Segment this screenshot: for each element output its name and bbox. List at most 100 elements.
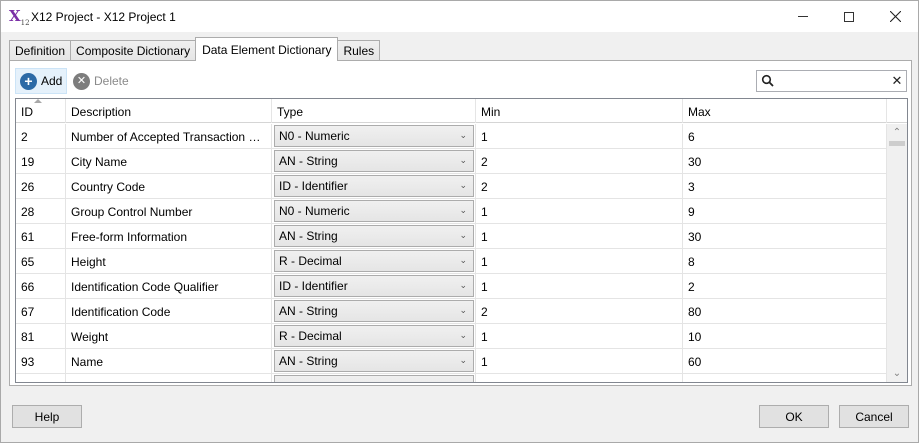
type-dropdown[interactable]: N0 - Numeric ⌄ xyxy=(274,125,474,147)
cell-description[interactable]: Free-form Information xyxy=(66,224,272,248)
type-dropdown[interactable]: AN - String ⌄ xyxy=(274,225,474,247)
add-button[interactable]: + Add xyxy=(15,68,68,94)
clear-search-icon[interactable]: ✕ xyxy=(890,73,904,89)
column-header-id[interactable]: ID xyxy=(16,99,66,123)
type-dropdown[interactable]: ID - Identifier ⌄ xyxy=(274,175,474,197)
cell-max[interactable]: 3 xyxy=(683,174,887,198)
cell-id[interactable]: 66 xyxy=(16,274,66,298)
cell-max[interactable]: 2 xyxy=(683,274,887,298)
cell-description[interactable]: Country Code xyxy=(66,174,272,198)
chevron-down-icon: ⌄ xyxy=(459,230,467,240)
search-input[interactable] xyxy=(777,73,887,89)
cell-max[interactable]: 10 xyxy=(683,324,887,348)
cell-id[interactable]: 28 xyxy=(16,199,66,223)
type-dropdown[interactable]: ID - Identifier ⌄ xyxy=(274,275,474,297)
cell-min[interactable]: 2 xyxy=(476,299,683,323)
table-row[interactable]: 93 Name AN - String ⌄ 1 60 xyxy=(16,349,887,374)
plus-circle-icon: + xyxy=(20,72,37,90)
cell-id[interactable]: 19 xyxy=(16,149,66,173)
type-dropdown[interactable]: AN - String ⌄ xyxy=(274,350,474,372)
table-row[interactable]: 19 City Name AN - String ⌄ 2 30 xyxy=(16,149,887,174)
column-header-min[interactable]: Min xyxy=(476,99,683,123)
cell-type: N0 - Numeric ⌄ xyxy=(272,124,476,148)
vertical-scrollbar[interactable]: ⌃ ⌄ xyxy=(887,124,907,382)
table-row[interactable]: 65 Height R - Decimal ⌄ 1 8 xyxy=(16,249,887,274)
ok-button[interactable]: OK xyxy=(759,405,829,428)
cell-description[interactable]: Identification Code xyxy=(66,299,272,323)
sort-ascending-icon xyxy=(34,99,42,103)
search-icon xyxy=(761,74,774,87)
dialog-window: X12 X12 Project - X12 Project 1 Definiti… xyxy=(0,0,919,443)
cell-id[interactable]: 26 xyxy=(16,174,66,198)
chevron-down-icon: ⌄ xyxy=(459,355,467,365)
cell-max[interactable]: 9 xyxy=(683,199,887,223)
cell-id[interactable]: 61 xyxy=(16,224,66,248)
chevron-down-icon: ⌄ xyxy=(459,180,467,190)
cell-max[interactable]: 8 xyxy=(683,249,887,273)
cell-description[interactable]: Name xyxy=(66,349,272,373)
cell-id[interactable]: 67 xyxy=(16,299,66,323)
column-header-type[interactable]: Type xyxy=(272,99,476,123)
chevron-down-icon: ⌄ xyxy=(459,255,467,265)
type-dropdown[interactable]: R - Decimal ⌄ xyxy=(274,325,474,347)
cell-min[interactable]: 1 xyxy=(476,324,683,348)
table-row[interactable]: 2 Number of Accepted Transaction S... N0… xyxy=(16,124,887,149)
cell-description[interactable]: Group Control Number xyxy=(66,199,272,223)
column-header-description[interactable]: Description xyxy=(66,99,272,123)
table-row[interactable]: 28 Group Control Number N0 - Numeric ⌄ 1 … xyxy=(16,199,887,224)
table-row[interactable]: 67 Identification Code AN - String ⌄ 2 80 xyxy=(16,299,887,324)
cell-description[interactable]: City Name xyxy=(66,149,272,173)
cell-min[interactable]: 1 xyxy=(476,199,683,223)
cell-type: ID - Identifier ⌄ xyxy=(272,174,476,198)
type-dropdown[interactable]: AN - String ⌄ xyxy=(274,150,474,172)
table-row[interactable]: 61 Free-form Information AN - String ⌄ 1 … xyxy=(16,224,887,249)
table-row[interactable]: 81 Weight R - Decimal ⌄ 1 10 xyxy=(16,324,887,349)
cell-max[interactable]: 30 xyxy=(683,224,887,248)
minimize-button[interactable] xyxy=(780,1,826,32)
cell-type: AN - String ⌄ xyxy=(272,299,476,323)
table-row[interactable]: 26 Country Code ID - Identifier ⌄ 2 3 xyxy=(16,174,887,199)
cell-min[interactable]: 2 xyxy=(476,174,683,198)
cell-min[interactable]: 1 xyxy=(476,249,683,273)
column-header-max[interactable]: Max xyxy=(683,99,887,123)
cell-min[interactable]: 1 xyxy=(476,349,683,373)
cell-max[interactable]: 30 xyxy=(683,149,887,173)
cell-type: AN - String ⌄ xyxy=(272,224,476,248)
chevron-down-icon: ⌄ xyxy=(459,280,467,290)
cell-min[interactable]: 1 xyxy=(476,224,683,248)
tab-data-element-dictionary[interactable]: Data Element Dictionary xyxy=(195,37,339,61)
cell-max[interactable]: 6 xyxy=(683,124,887,148)
tab-definition[interactable]: Definition xyxy=(9,40,72,61)
cell-max[interactable]: 60 xyxy=(683,349,887,373)
cell-min[interactable]: 1 xyxy=(476,274,683,298)
cell-id[interactable]: 2 xyxy=(16,124,66,148)
cell-id[interactable]: 93 xyxy=(16,349,66,373)
cell-description[interactable]: Weight xyxy=(66,324,272,348)
cell-id[interactable]: 65 xyxy=(16,249,66,273)
cell-type: R - Decimal ⌄ xyxy=(272,249,476,273)
scroll-down-icon[interactable]: ⌄ xyxy=(887,365,907,382)
cancel-button[interactable]: Cancel xyxy=(839,405,909,428)
cell-min[interactable]: 1 xyxy=(476,124,683,148)
type-dropdown[interactable]: N0 - Numeric ⌄ xyxy=(274,200,474,222)
cell-description[interactable]: Height xyxy=(66,249,272,273)
cell-min[interactable]: 2 xyxy=(476,149,683,173)
help-button[interactable]: Help xyxy=(12,405,82,428)
type-dropdown[interactable]: R - Decimal ⌄ xyxy=(274,250,474,272)
cell-id[interactable]: 81 xyxy=(16,324,66,348)
chevron-down-icon: ⌄ xyxy=(459,330,467,340)
tab-composite-dictionary[interactable]: Composite Dictionary xyxy=(70,40,197,61)
cell-description[interactable]: Identification Code Qualifier xyxy=(66,274,272,298)
cell-max[interactable]: 80 xyxy=(683,299,887,323)
chevron-down-icon: ⌄ xyxy=(459,305,467,315)
scroll-thumb[interactable] xyxy=(889,141,905,146)
cell-description[interactable]: Number of Accepted Transaction S... xyxy=(66,124,272,148)
delete-button[interactable]: ✕ Delete xyxy=(69,68,133,94)
close-button[interactable] xyxy=(872,1,918,32)
table-row[interactable]: 66 Identification Code Qualifier ID - Id… xyxy=(16,274,887,299)
tab-rules[interactable]: Rules xyxy=(337,40,381,61)
scroll-up-icon[interactable]: ⌃ xyxy=(887,124,907,141)
type-dropdown[interactable]: AN - String ⌄ xyxy=(274,300,474,322)
cell-type: ID - Identifier ⌄ xyxy=(272,274,476,298)
maximize-button[interactable] xyxy=(826,1,872,32)
